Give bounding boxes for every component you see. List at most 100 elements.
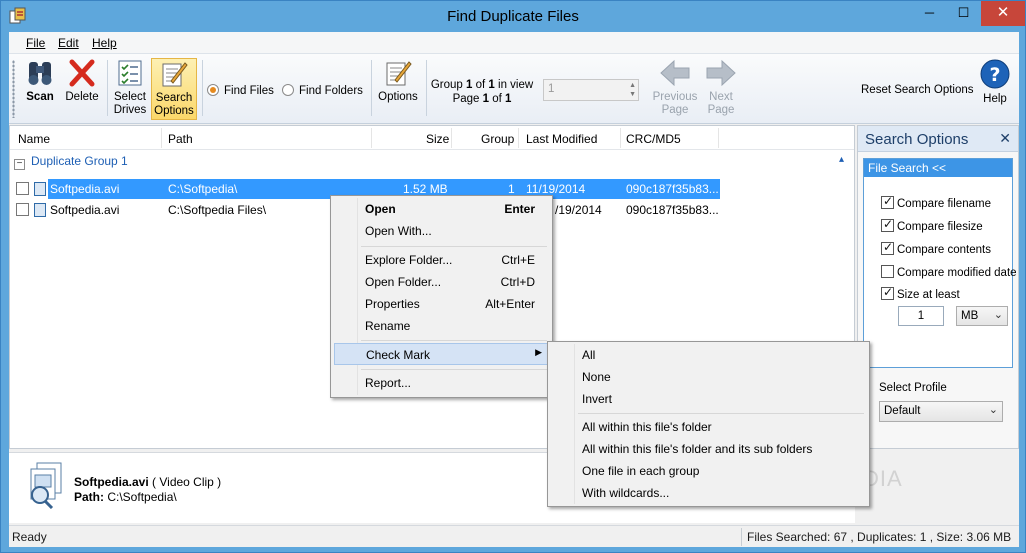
help-label: Help	[983, 93, 1007, 105]
column-divider[interactable]	[371, 128, 372, 148]
toolbar-grip[interactable]	[12, 60, 15, 118]
size-unit-select[interactable]: MB ⌄	[956, 306, 1008, 326]
detail-file-path: Path: C:\Softpedia\	[74, 490, 177, 504]
notepad-pencil-icon	[162, 62, 188, 87]
size-unit-value: MB	[961, 310, 979, 322]
menu-item-report[interactable]: Report...	[334, 372, 550, 394]
context-menu: Open Enter Open With... Explore Folder...…	[330, 195, 553, 398]
menu-item-check-mark[interactable]: Check Mark ▶	[334, 343, 550, 365]
menu-item-open-folder[interactable]: Open Folder... Ctrl+D	[334, 271, 550, 293]
submenu-arrow-icon: ▶	[535, 347, 542, 357]
options-label: Options	[378, 91, 418, 103]
of-word: of	[492, 93, 502, 105]
minimize-button[interactable]: ─	[913, 1, 946, 26]
menu-item-open-with[interactable]: Open With...	[334, 220, 550, 242]
profile-select[interactable]: Default ⌄	[879, 401, 1003, 422]
checkbox-unchecked-icon	[881, 265, 894, 278]
column-header: Name Path Size Group Last Modified CRC/M…	[10, 126, 854, 150]
page-total: 1	[505, 93, 512, 105]
in-view-word: in view	[498, 79, 534, 91]
maximize-button[interactable]: ☐	[947, 1, 980, 26]
checkbox-checked-icon	[881, 194, 894, 209]
col-name[interactable]: Name	[18, 132, 50, 146]
column-divider[interactable]	[451, 128, 452, 148]
search-options-button[interactable]: Search Options	[151, 58, 197, 120]
menu-item-open[interactable]: Open Enter	[334, 198, 550, 220]
close-icon[interactable]: ✕	[999, 130, 1011, 147]
help-button[interactable]: ? Help	[975, 58, 1015, 120]
submenu-item-invert[interactable]: Invert	[551, 388, 867, 410]
compare-filename-checkbox[interactable]: Compare filename	[881, 194, 991, 210]
column-divider[interactable]	[518, 128, 519, 148]
radio-unselected-icon	[282, 84, 294, 96]
menu-item-label: Open	[365, 202, 396, 216]
file-search-header[interactable]: File Search <<	[864, 159, 1012, 177]
scan-button[interactable]: Scan	[21, 58, 59, 120]
status-divider	[741, 528, 742, 546]
menu-item-rename[interactable]: Rename	[334, 315, 550, 337]
page-number-input[interactable]: 1 ▲ ▼	[543, 79, 639, 101]
options-button[interactable]: Options	[374, 58, 422, 120]
find-files-label: Find Files	[224, 85, 274, 97]
submenu-item-within-subfolders[interactable]: All within this file's folder and its su…	[551, 438, 867, 460]
previous-page-button[interactable]: Previous Page	[649, 58, 701, 120]
collapse-icon[interactable]: −	[14, 159, 25, 170]
checkbox-checked-icon	[881, 240, 894, 255]
row-checkbox[interactable]	[16, 182, 29, 195]
col-size[interactable]: Size	[426, 132, 449, 146]
submenu-item-within-folder[interactable]: All within this file's folder	[551, 416, 867, 438]
menu-item-properties[interactable]: Properties Alt+Enter	[334, 293, 550, 315]
submenu-item-wildcards[interactable]: With wildcards...	[551, 482, 867, 504]
group-header[interactable]: − Duplicate Group 1 ▴	[14, 154, 844, 172]
col-modified[interactable]: Last Modified	[526, 132, 597, 146]
menu-file[interactable]: File	[26, 36, 45, 50]
find-files-radio[interactable]: Find Files	[207, 84, 274, 97]
chevron-up-icon[interactable]: ▴	[839, 154, 844, 165]
cell-group: 1	[508, 182, 515, 196]
menu-bar: File Edit Help	[9, 32, 1019, 54]
compare-modified-checkbox[interactable]: Compare modified date	[881, 265, 1017, 279]
cell-modified: 11/19/2014	[526, 182, 586, 196]
row-checkbox[interactable]	[16, 203, 29, 216]
select-drives-button[interactable]: Select Drives	[110, 58, 150, 120]
compare-filesize-checkbox[interactable]: Compare filesize	[881, 217, 983, 233]
column-divider[interactable]	[161, 128, 162, 148]
cell-crc: 090c187f35b83...	[626, 182, 719, 196]
scan-label: Scan	[26, 91, 54, 103]
col-crc[interactable]: CRC/MD5	[626, 132, 681, 146]
cell-crc: 090c187f35b83...	[626, 203, 719, 217]
column-divider[interactable]	[718, 128, 719, 148]
next-label: Next	[709, 91, 733, 103]
menu-help[interactable]: Help	[92, 36, 117, 50]
of-word: of	[475, 79, 486, 91]
previous-page-word: Page	[661, 104, 689, 116]
app-window: Find Duplicate Files ─ ☐ ✕ File Edit Hel…	[0, 0, 1026, 553]
checklist-icon	[118, 60, 142, 86]
submenu-item-all[interactable]: All	[551, 344, 867, 366]
col-group[interactable]: Group	[481, 132, 514, 146]
cell-size: 1.52 MB	[403, 182, 448, 196]
menu-item-label: All within this file's folder and its su…	[582, 442, 813, 456]
size-at-least-checkbox[interactable]: Size at least	[881, 285, 960, 301]
menu-item-label: Properties	[365, 297, 420, 311]
find-folders-radio[interactable]: Find Folders	[282, 84, 363, 97]
submenu-item-one-each-group[interactable]: One file in each group	[551, 460, 867, 482]
next-page-button[interactable]: Next Page	[701, 58, 741, 120]
title-bar[interactable]: Find Duplicate Files ─ ☐ ✕	[1, 1, 1025, 32]
menu-item-label: Check Mark	[366, 348, 431, 362]
detail-path-value: C:\Softpedia\	[107, 490, 177, 504]
size-value-input[interactable]: 1	[898, 306, 944, 326]
toolbar: Scan Delete Select Drives Search Options…	[9, 54, 1019, 124]
compare-contents-checkbox[interactable]: Compare contents	[881, 240, 991, 256]
spin-arrows-icon[interactable]: ▲ ▼	[629, 81, 636, 99]
close-button[interactable]: ✕	[981, 1, 1025, 26]
submenu-item-none[interactable]: None	[551, 366, 867, 388]
reset-search-options-link[interactable]: Reset Search Options	[861, 84, 974, 96]
column-divider[interactable]	[620, 128, 621, 148]
side-panel-header: Search Options ✕	[858, 126, 1018, 152]
menu-item-explore-folder[interactable]: Explore Folder... Ctrl+E	[334, 249, 550, 271]
help-icon: ?	[980, 59, 1010, 89]
delete-button[interactable]: Delete	[62, 58, 102, 120]
col-path[interactable]: Path	[168, 132, 193, 146]
menu-edit[interactable]: Edit	[58, 36, 79, 50]
